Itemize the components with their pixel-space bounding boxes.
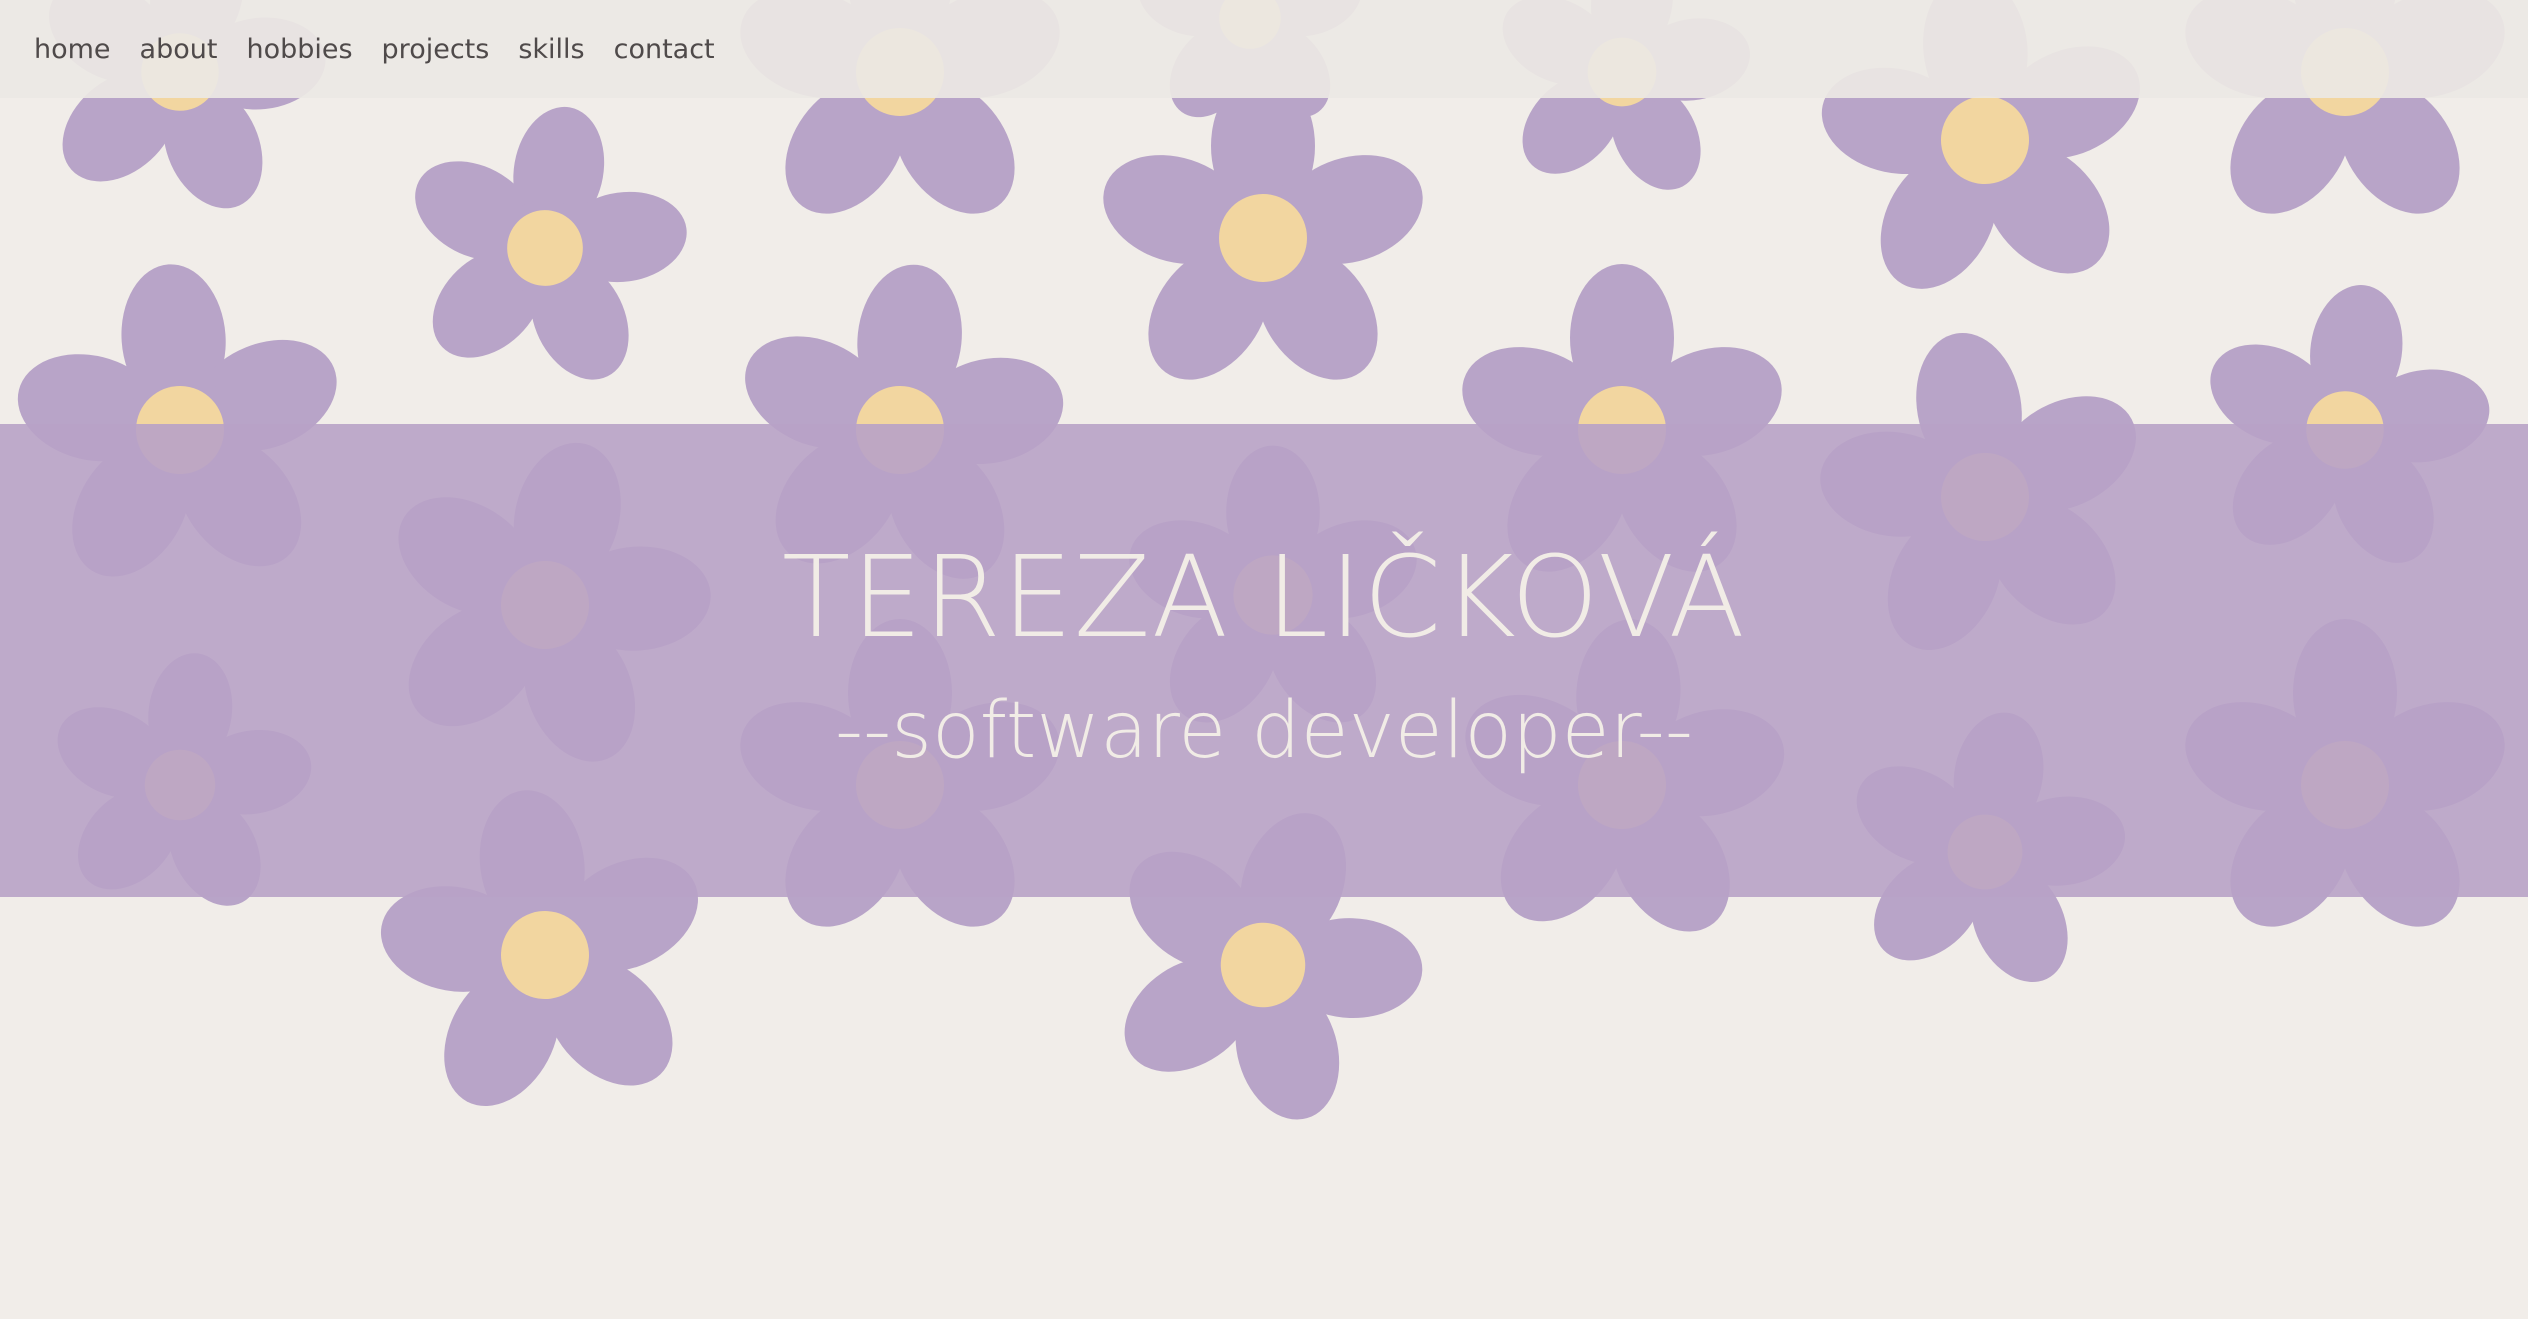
hero-subtitle: --software developer-- <box>835 686 1693 776</box>
page: TEREZA LIČKOVÁ --software developer-- ho… <box>0 0 2528 1319</box>
nav-link-skills[interactable]: skills <box>518 34 584 65</box>
hero-banner: TEREZA LIČKOVÁ --software developer-- <box>0 424 2528 897</box>
nav-link-contact[interactable]: contact <box>614 34 715 65</box>
nav-link-about[interactable]: about <box>140 34 218 65</box>
flower-icon <box>415 106 687 380</box>
nav-link-projects[interactable]: projects <box>382 34 490 65</box>
top-navigation: home about hobbies projects skills conta… <box>0 0 2528 98</box>
nav-link-home[interactable]: home <box>34 34 111 65</box>
flower-center <box>1219 194 1307 282</box>
nav-link-hobbies[interactable]: hobbies <box>246 34 352 65</box>
flower-icon <box>1103 72 1423 380</box>
hero-title: TEREZA LIČKOVÁ <box>782 533 1746 663</box>
